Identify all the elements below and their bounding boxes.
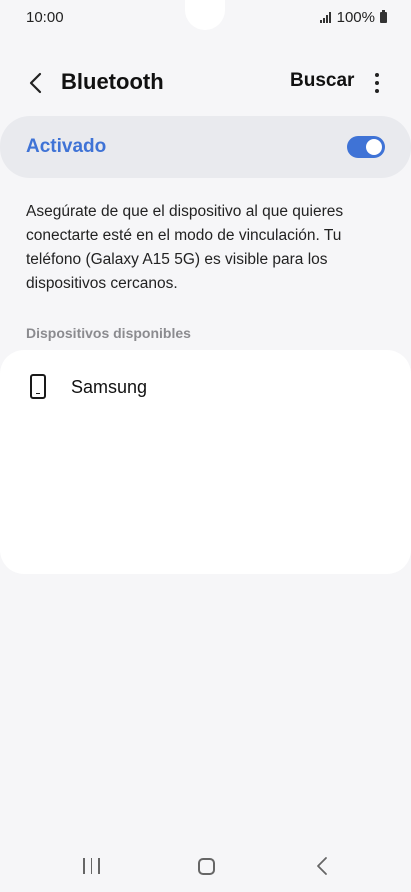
search-button[interactable]: Buscar — [290, 70, 354, 92]
back-nav-icon[interactable] — [314, 856, 330, 876]
battery-icon — [380, 9, 387, 23]
back-button[interactable] — [20, 68, 50, 98]
app-bar: Bluetooth Buscar — [0, 58, 411, 108]
navigation-bar — [0, 842, 411, 892]
switch-knob — [366, 139, 382, 155]
signal-icon — [319, 11, 331, 23]
device-item[interactable]: Samsung — [0, 364, 411, 410]
available-devices-list: Samsung — [0, 350, 411, 574]
recents-icon[interactable] — [83, 858, 100, 874]
bluetooth-toggle-row[interactable]: Activado — [0, 116, 411, 178]
toggle-label: Activado — [26, 136, 107, 157]
device-name: Samsung — [71, 377, 148, 397]
status-time: 10:00 — [26, 8, 64, 26]
status-icons: 100% — [319, 8, 387, 26]
phone-icon — [30, 374, 46, 399]
battery-percent: 100% — [336, 8, 375, 26]
page-title: Bluetooth — [61, 69, 164, 94]
available-devices-header: Dispositivos disponibles — [26, 325, 191, 341]
back-icon — [29, 72, 42, 94]
bluetooth-switch[interactable] — [347, 136, 385, 158]
pairing-description: Asegúrate de que el dispositivo al que q… — [26, 203, 344, 292]
more-options-icon[interactable] — [366, 68, 388, 98]
home-icon[interactable] — [198, 858, 215, 875]
